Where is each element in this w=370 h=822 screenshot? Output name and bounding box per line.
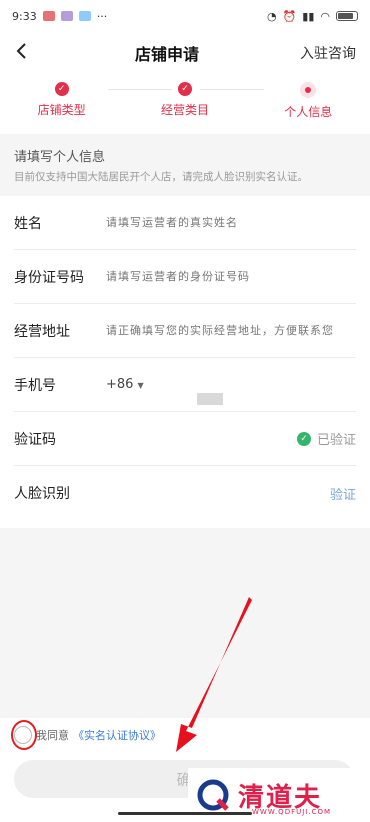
shield-icon [78, 11, 91, 21]
step-label: 个人信息 [284, 105, 333, 119]
status-left: 9:33 ··· [12, 10, 107, 23]
country-code: +86 [106, 377, 134, 392]
step-personal-info: 个人信息 [263, 82, 353, 120]
page-title: 店铺申请 [134, 45, 199, 64]
status-right: ◔ ⏰ ▮▮ ◠ [267, 10, 358, 23]
id-number-label: 身份证号码 [14, 269, 84, 286]
id-number-row: 身份证号码 [14, 250, 356, 304]
id-number-input[interactable] [106, 270, 356, 283]
step-label: 店铺类型 [37, 103, 86, 117]
check-circle-icon: ✓ [296, 431, 311, 446]
step-store-type: ✓ 店铺类型 [17, 82, 107, 118]
address-label: 经营地址 [14, 323, 70, 340]
country-code-select[interactable]: +86 ▼ [106, 377, 144, 392]
address-input[interactable] [106, 324, 356, 337]
watermark-url: WWW.QDFUJI.COM [252, 808, 332, 816]
verify-button[interactable]: 验证 [330, 484, 356, 503]
face-label: 人脸识别 [14, 486, 70, 502]
current-step-icon [300, 82, 317, 98]
name-input[interactable] [106, 216, 356, 229]
nav-bar: 店铺申请 入驻咨询 [0, 32, 370, 74]
notification-icon [42, 11, 55, 21]
home-indicator [118, 812, 252, 815]
status-time: 9:33 [12, 9, 37, 23]
info-box: 请填写个人信息 目前仅支持中国大陆居民开个人店，请完成人脸识别实名认证。 [0, 134, 370, 196]
blank-area [0, 528, 370, 718]
agree-text: 我同意 [36, 729, 69, 742]
progress-steps: ✓ 店铺类型 ✓ 经营类目 个人信息 [0, 74, 370, 134]
code-row: 验证码 ✓ 已验证 [14, 412, 356, 466]
face-row: 人脸识别 验证 [14, 466, 356, 520]
phone-label: 手机号 [14, 377, 56, 394]
step-label: 经营类目 [160, 103, 209, 117]
occlusion-block [197, 393, 223, 405]
alarm-icon: ⏰ [282, 9, 297, 23]
status-bar: 9:33 ··· ◔ ⏰ ▮▮ ◠ [0, 0, 370, 32]
phone-row: 手机号 +86 ▼ [14, 358, 356, 412]
code-label: 验证码 [14, 431, 56, 448]
agreement-link[interactable]: 《实名认证协议》 [73, 727, 161, 743]
battery-icon [336, 11, 358, 21]
consult-button[interactable]: 入驻咨询 [300, 43, 356, 63]
signal-icon: ◔ [266, 9, 277, 23]
app-icon [60, 11, 73, 21]
info-description: 目前仅支持中国大陆居民开个人店，请完成人脸识别实名认证。 [14, 171, 308, 183]
verified-status: ✓ 已验证 [296, 429, 356, 448]
info-title: 请填写个人信息 [14, 150, 106, 165]
highlight-circle [11, 720, 37, 750]
name-label: 姓名 [14, 215, 42, 232]
back-arrow-icon[interactable] [14, 41, 34, 65]
more-dots: ··· [96, 9, 108, 23]
check-icon: ✓ [177, 82, 192, 96]
address-row: 经营地址 [14, 304, 356, 358]
step-business-category: ✓ 经营类目 [140, 82, 230, 118]
check-icon: ✓ [54, 82, 69, 96]
caret-down-icon: ▼ [137, 381, 144, 390]
personal-info-form: 姓名 身份证号码 经营地址 手机号 +86▼ 验证码 ✓ 已验证 人脸识别 验证 [0, 196, 370, 520]
cell-signal-icon: ▮▮ [302, 9, 315, 23]
logo-icon [196, 778, 230, 812]
name-row: 姓名 [14, 196, 356, 250]
verified-text: 已验证 [316, 433, 356, 448]
wifi-icon: ◠ [320, 9, 330, 23]
